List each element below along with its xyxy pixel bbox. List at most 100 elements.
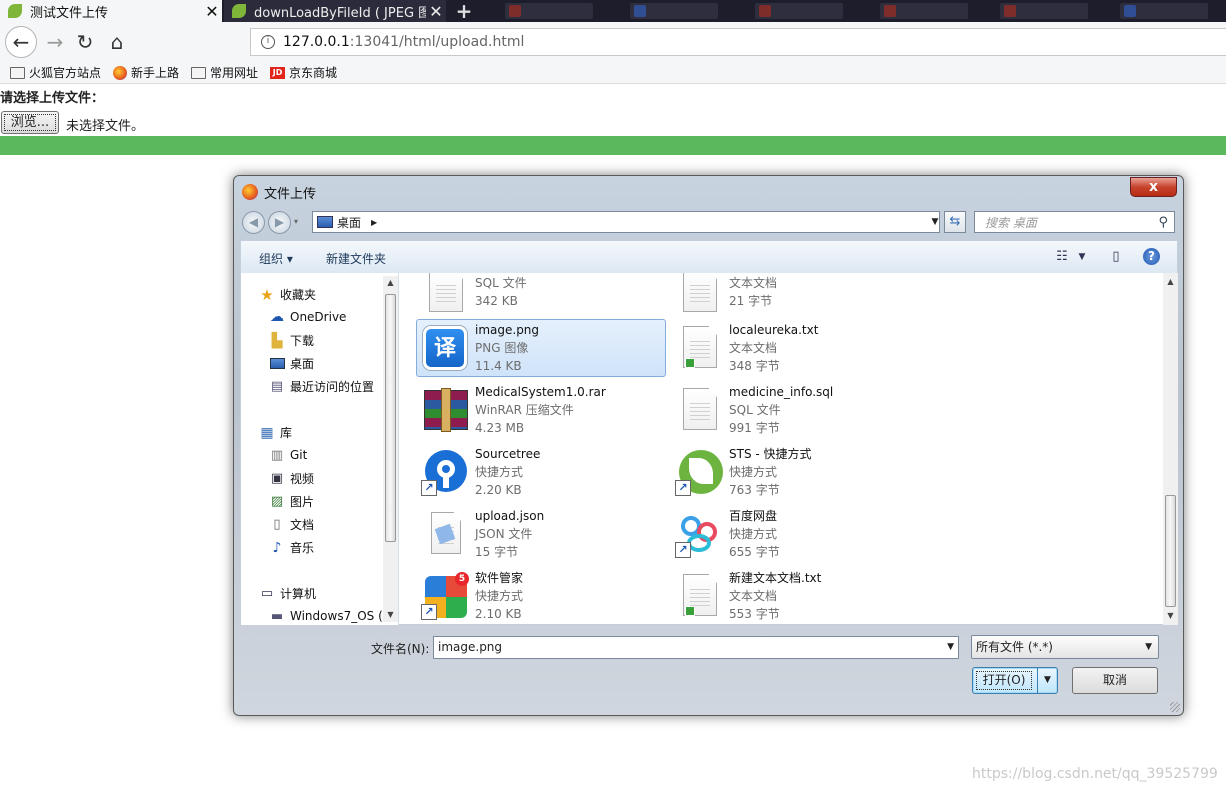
file-item[interactable]: ↗ Sourcetree 快捷方式 2.20 KB [416,443,666,501]
file-type-select[interactable]: 所有文件 (*.*) ▼ [971,635,1159,659]
bookmark-getting-started[interactable]: 新手上路 [113,64,179,81]
scroll-up-icon[interactable]: ▲ [383,278,398,287]
chevron-down-icon[interactable]: ▼ [1037,668,1057,693]
background-tab[interactable] [505,3,593,19]
browse-button[interactable]: 浏览... [1,111,59,134]
file-item-selected[interactable]: 译 image.png PNG 图像 11.4 KB [416,319,666,377]
resize-grip-icon[interactable] [1170,702,1180,712]
nav-item-windows7-os[interactable]: ▬ Windows7_OS ( [269,608,383,624]
home-button[interactable]: ⌂ [102,27,132,57]
nav-item-label: 图片 [290,495,315,509]
nav-item-videos[interactable]: ▣ 视频 [269,470,314,487]
nav-item-git[interactable]: ▥ Git [269,447,308,463]
nav-scrollbar[interactable]: ▲ ▼ [383,276,398,622]
dialog-forward-button[interactable]: ▶ [268,211,291,234]
dialog-title-bar[interactable]: 文件上传 [242,180,316,204]
organize-button[interactable]: 组织 ▾ [259,250,293,267]
bookmark-common-sites[interactable]: 常用网址 [191,64,258,81]
info-icon[interactable]: i [261,35,275,49]
scroll-down-icon[interactable]: ▼ [1163,611,1178,620]
open-button-label[interactable]: 打开(O) [973,668,1035,693]
file-item[interactable]: 新建文本文档.txt 文本文档 553 字节 [670,567,920,625]
translate-app-icon: 译 [421,324,469,372]
file-item[interactable]: ↗ 百度网盘 快捷方式 655 字节 [670,505,920,563]
desktop-icon [317,216,333,228]
preview-pane-icon[interactable]: ▯ [1107,248,1125,266]
path-box[interactable]: 桌面 ▶ ▼ [312,211,940,233]
filename-label: 文件名(N): [371,642,430,656]
background-tab[interactable] [880,3,968,19]
scroll-up-icon[interactable]: ▲ [1163,277,1178,286]
tab-download-by-file-id[interactable]: downLoadByFileId ( JPEG 图 ✕ [224,0,446,22]
nav-item-label: 下载 [290,334,315,348]
scrollbar-thumb[interactable] [385,294,396,542]
file-item[interactable]: localeureka.txt 文本文档 348 字节 [670,319,920,377]
background-tab[interactable] [630,3,718,19]
background-tab[interactable] [1000,3,1088,19]
filename-value: image.png [438,640,503,654]
download-folder-icon: ▙ [271,332,283,349]
nav-item-music[interactable]: ♪ 音乐 [269,539,314,556]
path-segment[interactable]: 桌面 [337,214,361,231]
file-item[interactable]: upload.json JSON 文件 15 字节 [416,505,666,563]
cancel-button[interactable]: 取消 [1072,667,1158,694]
url-bar[interactable]: i 127.0.0.1 :13041/html/upload.html [250,28,1226,56]
nav-item-pictures[interactable]: ▨ 图片 [269,493,314,510]
nav-item-favorites[interactable]: ★ 收藏夹 [259,286,316,304]
new-tab-button[interactable]: + [452,0,476,22]
bookmark-label: 火狐官方站点 [29,66,102,80]
chevron-down-icon[interactable]: ▼ [1073,248,1091,266]
nav-item-libraries[interactable]: ▦ 库 [259,424,292,441]
close-icon[interactable]: ✕ [426,2,446,21]
bookmark-firefox-official[interactable]: 火狐官方站点 [10,64,101,81]
open-button[interactable]: 打开(O) ▼ [972,667,1058,694]
back-button[interactable]: ← [5,26,37,58]
home-icon: ⌂ [110,30,124,54]
chevron-down-icon[interactable]: ▾ [294,217,298,226]
url-path: :13041/html/upload.html [349,34,525,50]
tab-title: 测试文件上传 [30,5,109,21]
file-size: 655 字节 [729,545,780,559]
filename-input[interactable]: image.png ▼ [433,636,959,659]
scrollbar-thumb[interactable] [1165,495,1176,607]
chevron-down-icon[interactable]: ▼ [947,637,954,658]
file-size: 991 字节 [729,421,780,435]
scroll-down-icon[interactable]: ▼ [383,610,398,619]
chevron-down-icon[interactable]: ▼ [929,212,941,232]
view-options-icon[interactable]: ☷ [1053,248,1071,266]
new-folder-button[interactable]: 新建文件夹 [326,250,386,267]
nav-item-onedrive[interactable]: ☁ OneDrive [269,309,346,325]
nav-item-documents[interactable]: ▯ 文档 [269,516,314,533]
close-icon[interactable]: ✕ [202,2,222,21]
software-manager-icon: 5 ↗ [421,572,469,620]
refresh-button[interactable]: ⇆ [944,211,966,233]
nav-item-desktop[interactable]: 桌面 [269,355,314,372]
bookmark-jd-mall[interactable]: JD 京东商城 [270,64,337,81]
background-tab[interactable] [1120,3,1208,19]
file-item[interactable]: ↗ STS - 快捷方式 快捷方式 763 字节 [670,443,920,501]
search-input[interactable]: 搜索 桌面 ⚲ [974,211,1175,233]
file-item[interactable]: 5 ↗ 软件管家 快捷方式 2.10 KB [416,567,666,625]
file-item[interactable]: 文本文档 21 字节 [670,273,920,321]
dialog-back-button[interactable]: ◀ [242,211,265,234]
nav-item-label: 计算机 [280,587,317,601]
bookmark-label: 新手上路 [131,66,180,80]
background-tab[interactable] [755,3,843,19]
chevron-right-icon[interactable]: ▶ [371,218,377,227]
file-name: medicine_info.sql [729,385,834,399]
file-list-scrollbar[interactable]: ▲ ▼ [1163,273,1178,625]
tab-upload-test[interactable]: 测试文件上传 ✕ [0,0,222,22]
reload-button[interactable]: ↻ [70,27,100,57]
nav-item-recent-places[interactable]: ▤ 最近访问的位置 [269,378,374,395]
file-item[interactable]: medicine_info.sql SQL 文件 991 字节 [670,381,920,439]
chevron-down-icon[interactable]: ▼ [1145,636,1152,658]
nav-item-label: 音乐 [290,541,315,555]
file-name: 软件管家 [475,571,524,585]
help-icon[interactable]: ? [1143,248,1160,265]
dialog-close-button[interactable]: x [1130,177,1177,197]
nav-item-computer[interactable]: ▭ 计算机 [259,585,316,602]
nav-item-downloads[interactable]: ▙ 下载 [269,332,314,349]
file-item[interactable]: SQL 文件 342 KB [416,273,666,321]
forward-button[interactable]: → [40,27,70,57]
file-item[interactable]: MedicalSystem1.0.rar WinRAR 压缩文件 4.23 MB [416,381,666,439]
